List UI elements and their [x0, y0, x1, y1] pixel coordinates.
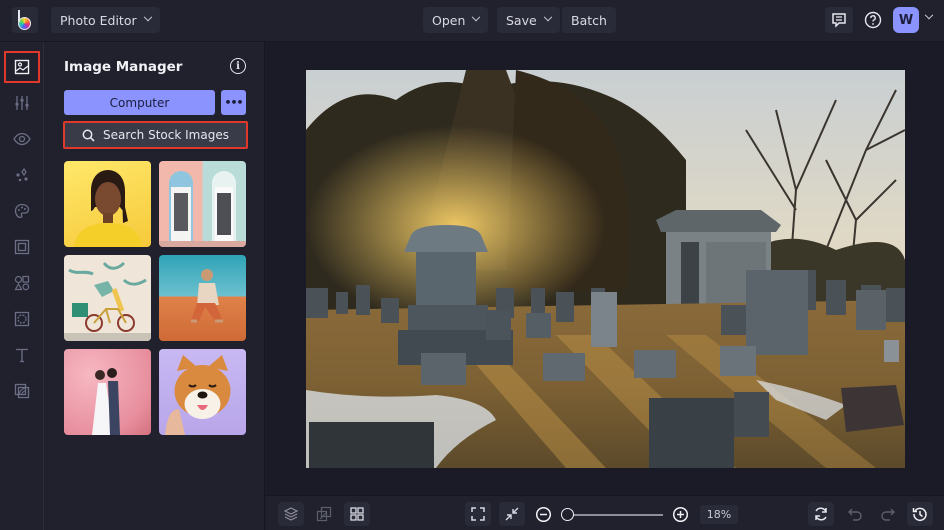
chevron-down-icon: [543, 12, 552, 22]
more-icon: •••: [224, 96, 243, 109]
layers-icon: [283, 507, 299, 521]
feedback-button[interactable]: [825, 7, 853, 33]
overlay-icon: [14, 311, 30, 327]
open-label: Open: [432, 12, 466, 28]
help-icon: [864, 11, 882, 29]
save-button[interactable]: Save: [497, 7, 560, 33]
zoom-in-icon: [672, 506, 688, 522]
undo-icon: [848, 508, 862, 521]
zoom-out-button[interactable]: [530, 502, 556, 526]
redo-icon: [881, 508, 895, 521]
app-menu-button[interactable]: Photo Editor: [51, 7, 160, 33]
logo-icon[interactable]: [12, 7, 38, 33]
thumbnail-couple-blossoms[interactable]: [64, 349, 151, 435]
thumbnail-image: [191, 269, 223, 323]
compare-icon: [316, 506, 332, 522]
undo-button[interactable]: [842, 502, 868, 526]
account-chevron-down-icon[interactable]: [924, 10, 934, 20]
palette-icon: [14, 203, 30, 219]
layers-button[interactable]: [278, 502, 304, 526]
rail-item-textures[interactable]: [4, 375, 40, 407]
rail-item-effects[interactable]: [4, 123, 40, 155]
thumbnail-image: [74, 170, 142, 247]
rail-item-frames[interactable]: [4, 231, 40, 263]
top-bar: Photo Editor Open Save Batch W: [0, 0, 944, 42]
canvas-photo-cemetery[interactable]: [306, 70, 905, 468]
image-icon: [14, 59, 30, 75]
thumbnail-image: [165, 355, 231, 435]
text-icon: [16, 348, 28, 363]
app-menu-label: Photo Editor: [60, 12, 137, 28]
thumbnail-shiba-dog[interactable]: [159, 349, 246, 435]
user-avatar[interactable]: W: [893, 7, 919, 33]
rail-item-graphics[interactable]: [4, 267, 40, 299]
batch-button[interactable]: Batch: [562, 7, 616, 33]
thumbnail-image: [159, 171, 246, 247]
fullscreen-icon: [471, 507, 485, 521]
rail-item-adjustments[interactable]: [4, 87, 40, 119]
rail-item-artsy[interactable]: [4, 159, 40, 191]
zoom-percent: 18%: [706, 508, 732, 521]
thumbnail-image: [92, 368, 120, 435]
zoom-level[interactable]: 18%: [700, 505, 738, 524]
search-stock-images-button[interactable]: Search Stock Images: [63, 121, 248, 149]
editor-canvas[interactable]: [266, 43, 944, 495]
help-button[interactable]: [859, 7, 887, 33]
rail-item-overlays[interactable]: [4, 303, 40, 335]
cemetery-photo: [306, 70, 905, 468]
more-sources-button[interactable]: •••: [221, 90, 246, 115]
sparkle-icon: [16, 167, 28, 182]
thumbnail-image: [64, 261, 151, 341]
frame-icon: [14, 239, 30, 255]
rail-item-text[interactable]: [4, 339, 40, 371]
image-manager-panel: Image Manager i Computer ••• Search Stoc…: [44, 42, 265, 530]
logo-stem: [18, 10, 20, 22]
shrink-icon: [505, 507, 519, 521]
history-icon: [912, 507, 927, 522]
thumbnail-woman-yellow[interactable]: [64, 161, 151, 247]
zoom-out-icon: [535, 506, 551, 522]
tool-rail: [0, 42, 44, 530]
actual-size-button[interactable]: [499, 502, 525, 526]
eye-icon: [13, 132, 31, 146]
thumbnail-bicycle-mural[interactable]: [64, 255, 151, 341]
sync-button[interactable]: [808, 502, 834, 526]
sliders-icon: [15, 96, 29, 110]
thumbnail-man-dune[interactable]: [159, 255, 246, 341]
history-button[interactable]: [907, 502, 933, 526]
photo-editor-app: Photo Editor Open Save Batch W Image Man…: [0, 0, 944, 530]
fit-to-screen-button[interactable]: [465, 502, 491, 526]
thumbnail-doorways[interactable]: [159, 161, 246, 247]
zoom-slider-track[interactable]: [567, 514, 663, 516]
open-button[interactable]: Open: [423, 7, 489, 33]
panel-title: Image Manager: [64, 59, 183, 75]
search-icon: [82, 129, 95, 142]
crop-compare-button[interactable]: [311, 502, 337, 526]
redo-button[interactable]: [875, 502, 901, 526]
computer-label: Computer: [109, 95, 170, 110]
batch-label: Batch: [571, 12, 607, 28]
search-stock-label: Search Stock Images: [103, 128, 229, 142]
zoom-in-button[interactable]: [667, 502, 693, 526]
shapes-icon: [14, 275, 30, 291]
rail-item-image-manager[interactable]: [4, 51, 40, 83]
upload-from-computer-button[interactable]: Computer: [64, 90, 215, 115]
grid-view-button[interactable]: [344, 502, 370, 526]
chevron-down-icon: [472, 12, 481, 22]
feedback-icon: [832, 13, 846, 28]
save-label: Save: [506, 12, 537, 28]
zoom-slider-handle[interactable]: [561, 508, 574, 521]
texture-icon: [14, 383, 30, 399]
bottom-toolbar: 18%: [266, 495, 944, 530]
avatar-initial: W: [898, 12, 914, 28]
grid-icon: [350, 507, 364, 521]
refresh-icon: [815, 507, 827, 521]
chevron-down-icon: [143, 12, 152, 22]
info-icon[interactable]: i: [230, 58, 246, 74]
rail-item-touch-up[interactable]: [4, 195, 40, 227]
